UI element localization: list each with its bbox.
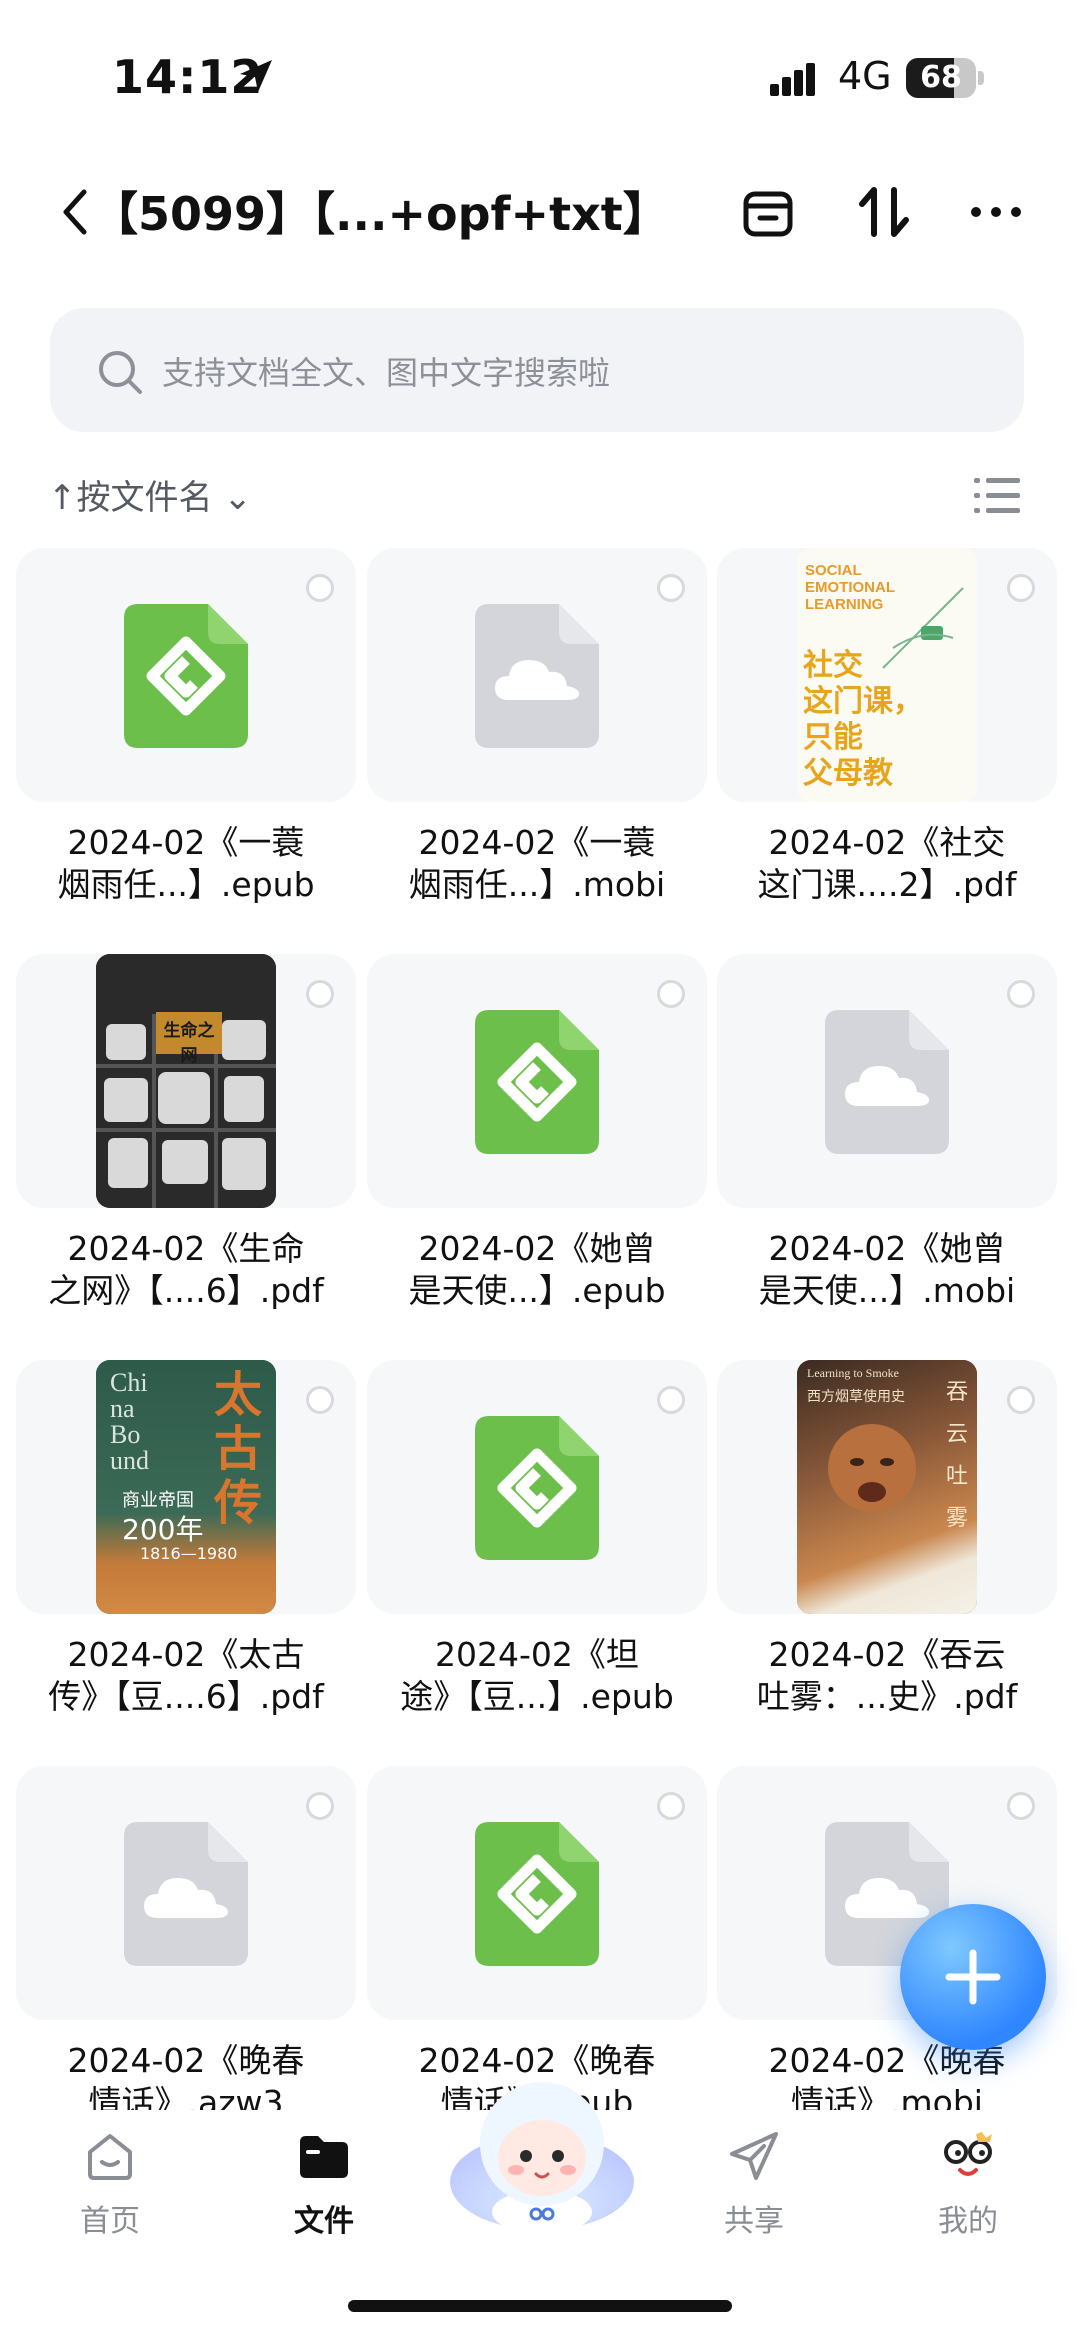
file-name: 2024-02《太古 传》【豆....6】.pdf bbox=[48, 1635, 324, 1716]
file-thumbnail: 生命之网 bbox=[16, 954, 356, 1208]
file-name: 2024-02《她曾 是天使...】.mobi bbox=[758, 1229, 1016, 1310]
sort-order-icon[interactable] bbox=[852, 180, 916, 244]
file-name: 2024-02《一蓑 烟雨任...】.mobi bbox=[408, 823, 666, 904]
select-radio[interactable] bbox=[1007, 1792, 1035, 1820]
select-radio[interactable] bbox=[657, 1792, 685, 1820]
book-cover-social: SOCIAL EMOTIONAL LEARNING 社交 这门课， 只能 父母教 bbox=[797, 548, 977, 802]
cellular-signal-icon bbox=[770, 63, 815, 96]
epub-file-icon bbox=[124, 604, 248, 748]
add-button[interactable] bbox=[900, 1904, 1046, 2050]
list-view-icon[interactable] bbox=[974, 476, 1020, 516]
cloud-file-icon bbox=[825, 1010, 949, 1154]
back-icon[interactable] bbox=[54, 182, 94, 242]
file-thumbnail bbox=[367, 548, 707, 802]
profile-icon bbox=[944, 2132, 992, 2176]
epub-file-icon bbox=[475, 1416, 599, 1560]
file-thumbnail bbox=[367, 1766, 707, 2020]
file-name: 2024-02《生命 之网》【....6】.pdf bbox=[48, 1229, 324, 1310]
select-radio[interactable] bbox=[306, 1792, 334, 1820]
file-name: 2024-02《坦 途》【豆...】.epub bbox=[400, 1635, 674, 1716]
sort-selector[interactable]: ↑按文件名 ⌄ bbox=[48, 470, 252, 519]
file-thumbnail: Learning to Smoke 西方烟草使用史 吞云吐雾 bbox=[717, 1360, 1057, 1614]
page-title: 【5099】【...+opf+txt】 bbox=[92, 187, 669, 241]
file-thumbnail bbox=[16, 1766, 356, 2020]
select-radio[interactable] bbox=[657, 574, 685, 602]
file-thumbnail: SOCIAL EMOTIONAL LEARNING 社交 这门课， 只能 父母教 bbox=[717, 548, 1057, 802]
archive-icon[interactable] bbox=[736, 180, 800, 244]
file-thumbnail bbox=[367, 1360, 707, 1614]
book-cover-smoke: Learning to Smoke 西方烟草使用史 吞云吐雾 bbox=[797, 1360, 977, 1614]
book-cover-taigu: China Bound 太古传 商业帝国 200年 1816—1980 bbox=[96, 1360, 276, 1614]
select-radio[interactable] bbox=[306, 574, 334, 602]
share-icon bbox=[730, 2132, 778, 2180]
select-radio[interactable] bbox=[657, 1386, 685, 1414]
search-placeholder: 支持文档全文、图中文字搜索啦 bbox=[162, 354, 611, 392]
home-indicator bbox=[348, 2300, 732, 2312]
book-cover-web: 生命之网 bbox=[96, 954, 276, 1208]
sort-label: 按文件名 bbox=[76, 478, 213, 518]
chevron-down-icon: ⌄ bbox=[223, 478, 252, 518]
home-icon bbox=[88, 2134, 132, 2180]
battery-percent: 68 bbox=[920, 60, 962, 95]
file-thumbnail bbox=[16, 548, 356, 802]
file-name: 2024-02《吞云 吐雾：...史》.pdf bbox=[756, 1635, 1018, 1716]
select-radio[interactable] bbox=[306, 980, 334, 1008]
location-arrow-icon bbox=[240, 60, 272, 92]
more-icon[interactable] bbox=[964, 180, 1028, 244]
battery-icon: 68 bbox=[906, 58, 984, 98]
select-radio[interactable] bbox=[657, 980, 685, 1008]
file-name: 2024-02《她曾 是天使...】.epub bbox=[408, 1229, 666, 1310]
search-icon bbox=[99, 351, 142, 394]
status-bar: 14:12 4G 68 bbox=[0, 0, 1080, 150]
epub-file-icon bbox=[475, 1010, 599, 1154]
folder-icon bbox=[300, 2136, 348, 2178]
file-name: 2024-02《社交 这门课....2】.pdf bbox=[757, 823, 1017, 904]
network-type: 4G bbox=[838, 54, 892, 98]
search-input[interactable]: 支持文档全文、图中文字搜索啦 bbox=[50, 308, 1024, 432]
assistant-mascot-button[interactable] bbox=[444, 2062, 640, 2242]
file-thumbnail bbox=[717, 954, 1057, 1208]
select-radio[interactable] bbox=[1007, 1386, 1035, 1414]
select-radio[interactable] bbox=[306, 1386, 334, 1414]
cloud-file-icon bbox=[124, 1822, 248, 1966]
select-radio[interactable] bbox=[1007, 574, 1035, 602]
plus-icon bbox=[945, 1949, 1001, 2005]
select-radio[interactable] bbox=[1007, 980, 1035, 1008]
cloud-file-icon bbox=[475, 604, 599, 748]
epub-file-icon bbox=[475, 1822, 599, 1966]
header-bar: 【5099】【...+opf+txt】 bbox=[0, 160, 1080, 260]
file-thumbnail bbox=[367, 954, 707, 1208]
file-thumbnail: China Bound 太古传 商业帝国 200年 1816—1980 bbox=[16, 1360, 356, 1614]
file-name: 2024-02《一蓑 烟雨任...】.epub bbox=[57, 823, 315, 904]
sort-direction-arrow: ↑ bbox=[48, 478, 77, 518]
